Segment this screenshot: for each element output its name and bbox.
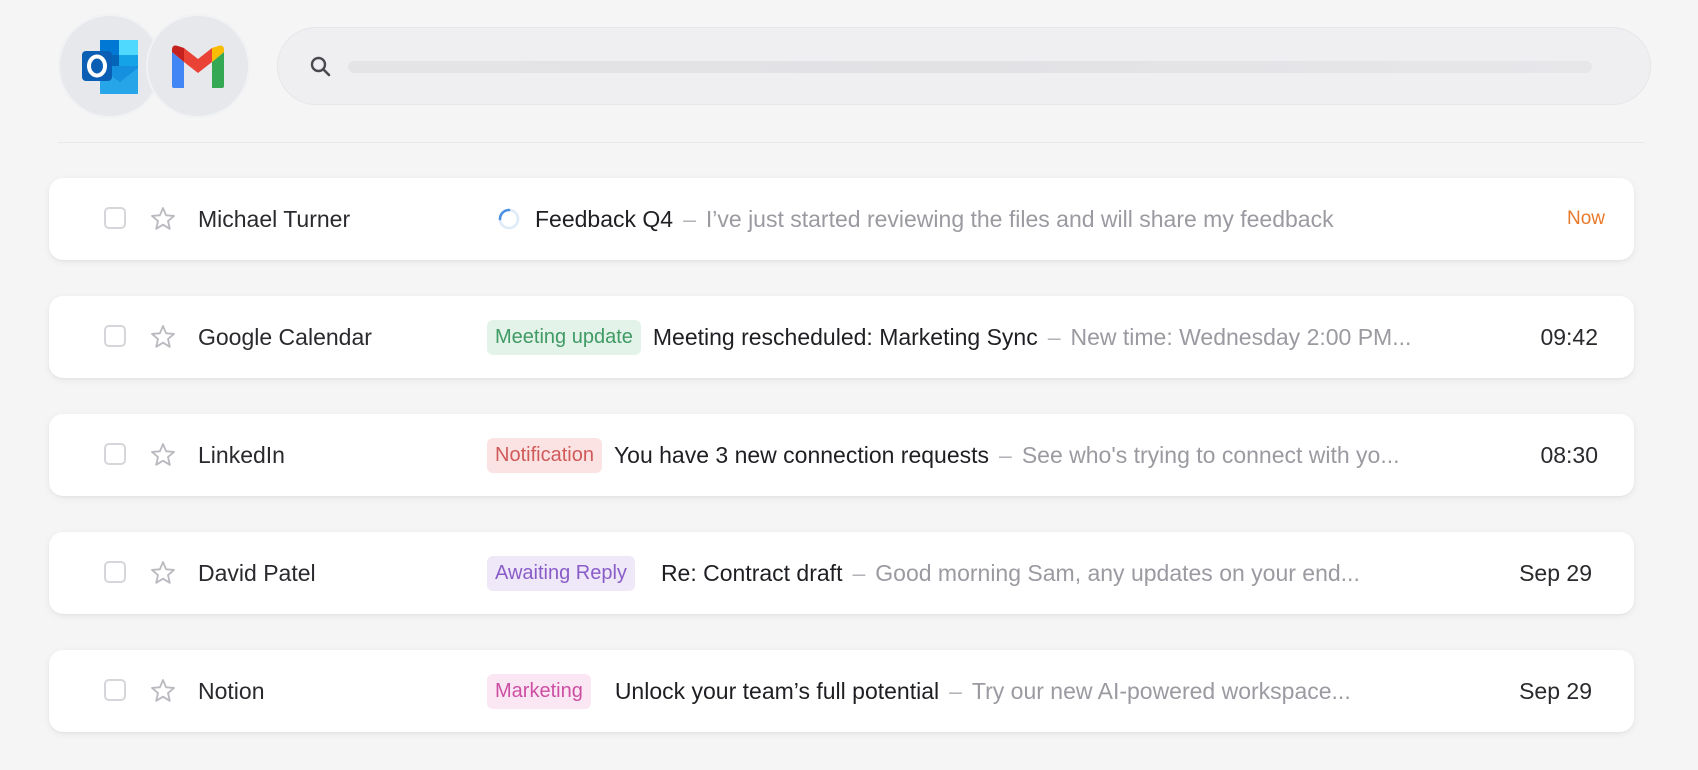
email-subject: Meeting rescheduled: Marketing Sync [652, 323, 1038, 350]
label-tag[interactable]: Notification [487, 437, 602, 473]
email-summary: Marketing Unlock your team’s full potent… [487, 650, 1351, 732]
email-preview: New time: Wednesday 2:00 PM... [1070, 323, 1412, 350]
select-checkbox[interactable] [104, 679, 126, 701]
search-input[interactable] [348, 44, 1622, 90]
separator-dash: – [999, 441, 1012, 468]
star-icon[interactable] [149, 441, 177, 469]
select-checkbox[interactable] [104, 443, 126, 465]
search-icon [310, 56, 331, 77]
separator-dash: – [683, 205, 696, 232]
email-subject: Unlock your team’s full potential [614, 677, 940, 704]
separator-dash: – [852, 559, 866, 586]
sender-name: LinkedIn [198, 442, 285, 468]
outlook-icon [82, 40, 138, 94]
star-icon[interactable] [149, 323, 177, 351]
email-row[interactable]: Google Calendar Meeting update Meeting r… [49, 296, 1634, 378]
email-summary: Meeting update Meeting rescheduled: Mark… [487, 296, 1411, 378]
email-row[interactable]: David Patel Awaiting Reply Re: Contract … [49, 532, 1634, 614]
email-summary: Notification You have 3 new connection r… [487, 414, 1400, 496]
select-checkbox[interactable] [104, 325, 126, 347]
label-tag[interactable]: Awaiting Reply [487, 555, 635, 591]
separator-dash: – [1047, 323, 1061, 350]
header-divider [58, 142, 1644, 143]
sender-name: Notion [198, 678, 265, 704]
header [0, 0, 1698, 142]
email-time: 09:42 [1540, 324, 1598, 350]
label-tag[interactable]: Meeting update [487, 319, 641, 355]
star-icon[interactable] [149, 205, 177, 233]
email-row[interactable]: LinkedIn Notification You have 3 new con… [49, 414, 1634, 496]
sender-name: David Patel [198, 560, 316, 586]
star-icon[interactable] [149, 559, 177, 587]
separator-dash: – [949, 677, 962, 704]
email-time: 08:30 [1540, 442, 1598, 468]
email-subject: Re: Contract draft [660, 559, 843, 586]
select-checkbox[interactable] [104, 561, 126, 583]
email-time: Sep 29 [1519, 678, 1592, 704]
gmail-account-button[interactable] [146, 14, 250, 118]
email-preview: See who's trying to connect with yo... [1021, 441, 1400, 468]
email-subject: You have 3 new connection requests [613, 441, 990, 468]
sender-name: Google Calendar [198, 324, 372, 350]
email-time: Sep 29 [1519, 560, 1592, 586]
star-icon[interactable] [149, 677, 177, 705]
email-preview: Good morning Sam, any updates on your en… [875, 559, 1360, 586]
email-row[interactable]: Notion Marketing Unlock your team’s full… [49, 650, 1634, 732]
email-preview: Try our new AI-powered workspace... [971, 677, 1351, 704]
email-subject: Feedback Q4 [535, 205, 674, 232]
email-summary: Feedback Q4 – I’ve just started reviewin… [487, 178, 1334, 260]
gmail-icon [172, 45, 224, 88]
email-time: Now [1566, 208, 1605, 229]
sender-name: Michael Turner [198, 206, 351, 232]
select-checkbox[interactable] [104, 207, 126, 229]
email-preview: I’ve just started reviewing the files an… [705, 205, 1334, 232]
email-row[interactable]: Michael Turner Feedback Q4 – I’ve just s… [49, 178, 1634, 260]
loading-spinner-icon [498, 208, 520, 230]
email-list: Michael Turner Feedback Q4 – I’ve just s… [49, 178, 1634, 768]
search-bar[interactable] [277, 27, 1651, 105]
email-summary: Awaiting Reply Re: Contract draft – Good… [487, 532, 1360, 614]
label-tag[interactable]: Marketing [487, 673, 591, 709]
